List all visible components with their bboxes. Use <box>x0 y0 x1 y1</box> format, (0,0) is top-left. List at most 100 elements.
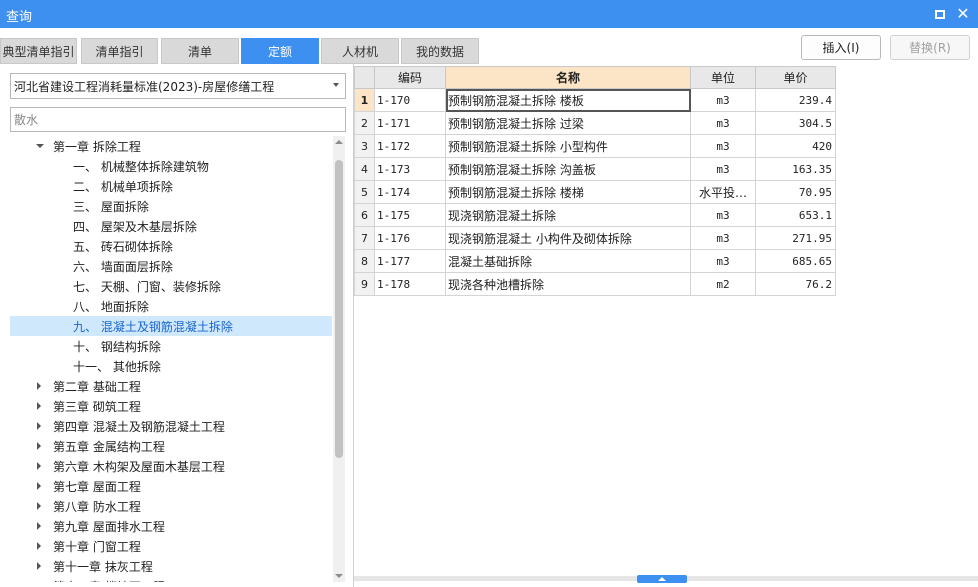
name-cell[interactable]: 现浇钢筋混凝土拆除 <box>445 203 691 227</box>
table-row[interactable]: 8 1-177 混凝土基础拆除 m3 685.65 <box>354 249 836 273</box>
table-row[interactable]: 2 1-171 预制钢筋混凝土拆除 过梁 m3 304.5 <box>354 111 836 135</box>
tree-item[interactable]: 第七章 屋面工程 <box>10 476 332 496</box>
code-cell[interactable]: 1-174 <box>374 180 446 204</box>
table-row[interactable]: 7 1-176 现浇钢筋混凝土 小构件及砌体拆除 m3 271.95 <box>354 226 836 250</box>
tree-item[interactable]: 第二章 基础工程 <box>10 376 332 396</box>
name-cell[interactable]: 预制钢筋混凝土拆除 沟盖板 <box>445 157 691 181</box>
code-cell[interactable]: 1-177 <box>374 249 446 273</box>
tree-item[interactable]: 十一、 其他拆除 <box>10 356 332 376</box>
name-cell[interactable]: 现浇各种池槽拆除 <box>445 272 691 296</box>
tree-item[interactable]: 第九章 屋面排水工程 <box>10 516 332 536</box>
unit-cell[interactable]: 水平投… <box>690 180 756 204</box>
tab-quota[interactable]: 定额 <box>241 38 319 64</box>
name-cell[interactable]: 预制钢筋混凝土拆除 楼板 <box>445 88 691 112</box>
tree-item[interactable]: 第四章 混凝土及钢筋混凝土工程 <box>10 416 332 436</box>
code-cell[interactable]: 1-175 <box>374 203 446 227</box>
table-row[interactable]: 5 1-174 预制钢筋混凝土拆除 楼梯 水平投… 70.95 <box>354 180 836 204</box>
row-number-cell[interactable]: 3 <box>354 134 375 158</box>
tree-item[interactable]: 八、 地面拆除 <box>10 296 332 316</box>
unit-cell[interactable]: m2 <box>690 272 756 296</box>
expand-right-icon[interactable] <box>37 482 41 490</box>
tree-item[interactable]: 九、 混凝土及钢筋混凝土拆除 <box>10 316 332 336</box>
price-cell[interactable]: 420 <box>755 134 836 158</box>
name-cell[interactable]: 现浇钢筋混凝土 小构件及砌体拆除 <box>445 226 691 250</box>
tree-item[interactable]: 六、 墙面面层拆除 <box>10 256 332 276</box>
close-button[interactable]: ✕ <box>953 4 973 24</box>
price-header[interactable]: 单价 <box>755 66 836 89</box>
price-cell[interactable]: 653.1 <box>755 203 836 227</box>
table-row[interactable]: 1 1-170 预制钢筋混凝土拆除 楼板 m3 239.4 <box>354 88 836 112</box>
price-cell[interactable]: 271.95 <box>755 226 836 250</box>
price-cell[interactable]: 70.95 <box>755 180 836 204</box>
library-select[interactable]: 河北省建设工程消耗量标准(2023)-房屋修缮工程 <box>10 73 346 99</box>
tree-item[interactable]: 五、 砖石砌体拆除 <box>10 236 332 256</box>
row-number-cell[interactable]: 7 <box>354 226 375 250</box>
tree-item[interactable]: 第八章 防水工程 <box>10 496 332 516</box>
tree-item[interactable]: 第六章 木构架及屋面木基层工程 <box>10 456 332 476</box>
code-cell[interactable]: 1-171 <box>374 111 446 135</box>
price-cell[interactable]: 239.4 <box>755 88 836 112</box>
table-row[interactable]: 3 1-172 预制钢筋混凝土拆除 小型构件 m3 420 <box>354 134 836 158</box>
tree-item[interactable]: 第五章 金属结构工程 <box>10 436 332 456</box>
tab-my-data[interactable]: 我的数据 <box>401 38 479 64</box>
table-row[interactable]: 4 1-173 预制钢筋混凝土拆除 沟盖板 m3 163.35 <box>354 157 836 181</box>
tab-labor-material-machine[interactable]: 人材机 <box>321 38 399 64</box>
name-cell[interactable]: 混凝土基础拆除 <box>445 249 691 273</box>
row-number-cell[interactable]: 9 <box>354 272 375 296</box>
code-header[interactable]: 编码 <box>374 66 446 89</box>
code-cell[interactable]: 1-173 <box>374 157 446 181</box>
scroll-up-icon[interactable] <box>335 140 343 144</box>
unit-cell[interactable]: m3 <box>690 157 756 181</box>
row-number-cell[interactable]: 8 <box>354 249 375 273</box>
expand-right-icon[interactable] <box>37 382 41 390</box>
tab-bill-guide[interactable]: 清单指引 <box>81 38 158 64</box>
code-cell[interactable]: 1-172 <box>374 134 446 158</box>
price-cell[interactable]: 76.2 <box>755 272 836 296</box>
code-cell[interactable]: 1-170 <box>374 88 446 112</box>
expand-right-icon[interactable] <box>37 562 41 570</box>
expand-right-icon[interactable] <box>37 522 41 530</box>
tree-item[interactable]: 第三章 砌筑工程 <box>10 396 332 416</box>
unit-cell[interactable]: m3 <box>690 203 756 227</box>
search-input[interactable]: 散水 <box>10 107 346 132</box>
code-cell[interactable]: 1-176 <box>374 226 446 250</box>
row-number-cell[interactable]: 2 <box>354 111 375 135</box>
price-cell[interactable]: 685.65 <box>755 249 836 273</box>
unit-cell[interactable]: m3 <box>690 249 756 273</box>
row-number-cell[interactable]: 4 <box>354 157 375 181</box>
tree-scrollbar[interactable] <box>333 136 345 582</box>
tab-typical-bill-guide[interactable]: 典型清单指引 <box>0 38 77 64</box>
unit-cell[interactable]: m3 <box>690 226 756 250</box>
tree-item[interactable]: 四、 屋架及木基层拆除 <box>10 216 332 236</box>
row-number-cell[interactable]: 5 <box>354 180 375 204</box>
tree-item[interactable]: 第一章 拆除工程 <box>10 136 332 156</box>
table-row[interactable]: 6 1-175 现浇钢筋混凝土拆除 m3 653.1 <box>354 203 836 227</box>
tab-bill[interactable]: 清单 <box>161 38 239 64</box>
tree-item[interactable]: 七、 天棚、门窗、装修拆除 <box>10 276 332 296</box>
unit-cell[interactable]: m3 <box>690 134 756 158</box>
expand-down-icon[interactable] <box>36 144 44 148</box>
tree-item[interactable]: 第十章 门窗工程 <box>10 536 332 556</box>
scroll-down-icon[interactable] <box>335 574 343 578</box>
expand-right-icon[interactable] <box>37 462 41 470</box>
code-cell[interactable]: 1-178 <box>374 272 446 296</box>
expand-right-icon[interactable] <box>37 422 41 430</box>
tree-item[interactable]: 三、 屋面拆除 <box>10 196 332 216</box>
unit-cell[interactable]: m3 <box>690 111 756 135</box>
unit-cell[interactable]: m3 <box>690 88 756 112</box>
scrollbar-thumb[interactable] <box>335 160 343 458</box>
insert-button[interactable]: 插入(I) <box>801 35 881 60</box>
replace-button[interactable]: 替换(R) <box>890 35 970 60</box>
expand-right-icon[interactable] <box>37 442 41 450</box>
name-cell[interactable]: 预制钢筋混凝土拆除 小型构件 <box>445 134 691 158</box>
tree-item[interactable]: 一、 机械整体拆除建筑物 <box>10 156 332 176</box>
row-number-cell[interactable]: 1 <box>354 88 375 112</box>
panel-collapse-handle[interactable] <box>637 575 687 583</box>
tree-item[interactable]: 十、 钢结构拆除 <box>10 336 332 356</box>
unit-header[interactable]: 单位 <box>690 66 756 89</box>
maximize-button[interactable] <box>930 4 950 24</box>
expand-right-icon[interactable] <box>37 402 41 410</box>
table-row[interactable]: 9 1-178 现浇各种池槽拆除 m2 76.2 <box>354 272 836 296</box>
name-header[interactable]: 名称 <box>445 66 691 89</box>
name-cell[interactable]: 预制钢筋混凝土拆除 楼梯 <box>445 180 691 204</box>
